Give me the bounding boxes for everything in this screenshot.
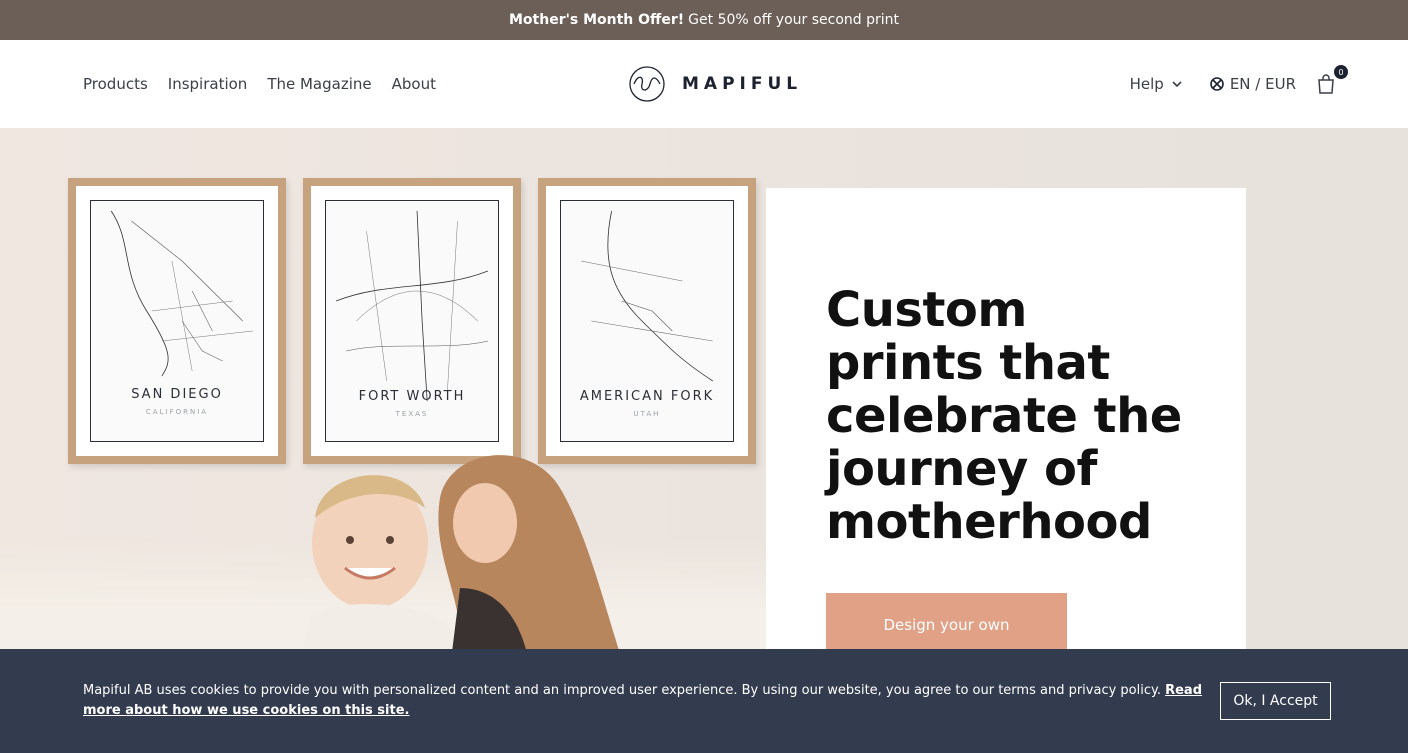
nav-inspiration[interactable]: Inspiration xyxy=(168,75,248,93)
mother-child-photo xyxy=(303,455,619,649)
cookie-message: Mapiful AB uses cookies to provide you w… xyxy=(83,683,1166,698)
poster-city: SAN DIEGO xyxy=(131,387,223,402)
locale-selector[interactable]: EN / EUR xyxy=(1210,75,1296,93)
poster-region: UTAH xyxy=(633,410,661,418)
poster-frame-san-diego: SAN DIEGO CALIFORNIA xyxy=(68,178,286,464)
globe-icon xyxy=(1210,77,1224,91)
design-your-own-button[interactable]: Design your own xyxy=(826,593,1067,649)
hero-section: SAN DIEGO CALIFORNIA FORT WORTH TEXAS AM… xyxy=(0,128,1408,649)
poster-frame-american-fork: AMERICAN FORK UTAH xyxy=(538,178,756,464)
map-print: SAN DIEGO CALIFORNIA xyxy=(90,200,264,442)
nav-products[interactable]: Products xyxy=(83,75,148,93)
cookie-text: Mapiful AB uses cookies to provide you w… xyxy=(83,681,1208,721)
locale-label: EN / EUR xyxy=(1229,75,1296,93)
promo-bold: Mother's Month Offer! xyxy=(508,12,685,28)
bag-icon xyxy=(1318,74,1334,94)
help-menu[interactable]: Help xyxy=(1130,75,1182,93)
poster-region: CALIFORNIA xyxy=(145,408,209,416)
chevron-down-icon xyxy=(1172,81,1182,88)
logo-icon xyxy=(629,66,665,102)
logo-text: MAPIFUL xyxy=(682,74,803,94)
cookie-banner: Mapiful AB uses cookies to provide you w… xyxy=(0,649,1408,753)
hero-title: Custom prints that celebrate the journey… xyxy=(826,282,1182,550)
accept-cookies-button[interactable]: Ok, I Accept xyxy=(1220,682,1331,720)
nav-magazine[interactable]: The Magazine xyxy=(267,75,371,93)
poster-region: TEXAS xyxy=(395,410,429,418)
hero-card: Custom prints that celebrate the journey… xyxy=(766,188,1246,649)
poster-frame-fort-worth: FORT WORTH TEXAS xyxy=(303,178,521,464)
poster-city: FORT WORTH xyxy=(358,389,466,404)
cart-button[interactable]: 0 xyxy=(1316,65,1348,95)
map-print: FORT WORTH TEXAS xyxy=(325,200,499,442)
site-header: Products Inspiration The Magazine About … xyxy=(0,40,1408,128)
poster-city: AMERICAN FORK xyxy=(579,389,715,404)
cart-count-badge: 0 xyxy=(1334,65,1348,79)
map-print: AMERICAN FORK UTAH xyxy=(560,200,734,442)
main-nav: Products Inspiration The Magazine About xyxy=(83,75,436,93)
mapiful-logo[interactable]: MAPIFUL xyxy=(628,66,802,102)
promo-bar: Mother's Month Offer! Get 50% off your s… xyxy=(0,0,1408,40)
help-label: Help xyxy=(1129,75,1164,93)
nav-right: Help EN / EUR 0 xyxy=(1130,65,1348,95)
promo-text: Get 50% off your second print xyxy=(688,12,900,28)
nav-about[interactable]: About xyxy=(392,75,436,93)
